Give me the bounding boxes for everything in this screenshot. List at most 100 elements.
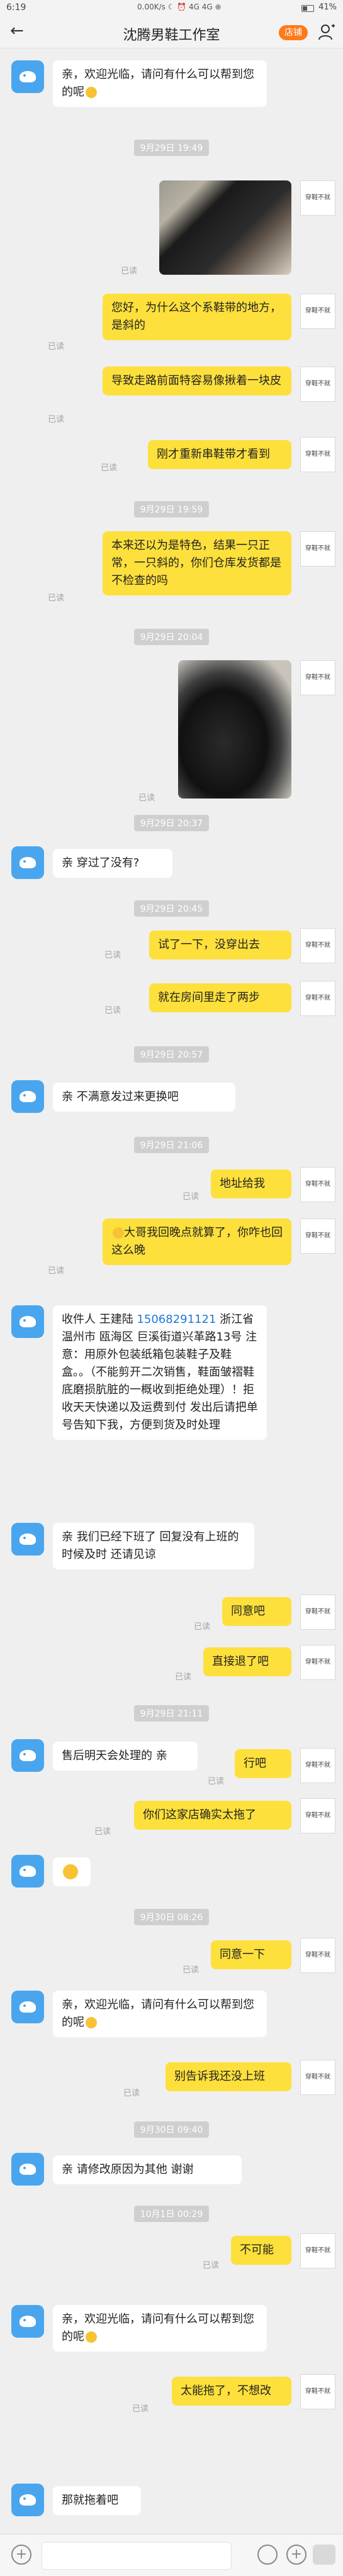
shop-avatar[interactable] xyxy=(11,2484,44,2516)
message-text: 试了一下，没穿出去 xyxy=(158,938,260,951)
message-bubble[interactable]: 您好，为什么这个系鞋带的地方，是斜的 xyxy=(103,294,291,340)
message-bubble[interactable]: 刚才重新串鞋带才看到 xyxy=(148,440,291,469)
user-avatar[interactable]: 穿鞋不就 xyxy=(300,294,335,329)
user-avatar[interactable]: 穿鞋不就 xyxy=(300,531,335,567)
message-bubble[interactable]: 大哥我回晚点就算了，你咋也回这么晚 xyxy=(103,1219,291,1265)
user-avatar[interactable]: 穿鞋不就 xyxy=(300,2233,335,2269)
message-row: 售后明天会处理的 亲 xyxy=(0,1739,343,1777)
message-bubble[interactable]: 售后明天会处理的 亲 xyxy=(53,1742,198,1771)
bird-icon xyxy=(20,1750,36,1761)
message-bubble[interactable]: 亲，欢迎光临，请问有什么可以帮到您的呢 xyxy=(53,60,267,107)
user-avatar[interactable]: 穿鞋不就 xyxy=(300,437,335,472)
shop-avatar[interactable] xyxy=(11,1855,44,1888)
message-bubble[interactable]: 不可能 xyxy=(231,2236,291,2265)
message-text: 同意吧 xyxy=(231,1605,265,1618)
shop-avatar[interactable] xyxy=(11,846,44,879)
message-bubble[interactable]: 本来还以为是特色，结果一只正常，一只斜的，你们仓库发货都是不检查的吗 xyxy=(103,531,291,595)
user-avatar[interactable]: 穿鞋不就 xyxy=(300,928,335,963)
user-avatar-text: 穿鞋不就 xyxy=(305,2247,330,2254)
message-bubble[interactable]: 太能拖了，不想改 xyxy=(172,2377,291,2406)
shop-avatar[interactable] xyxy=(11,60,44,93)
message-bubble[interactable]: 亲，欢迎光临，请问有什么可以帮到您的呢 xyxy=(53,2305,267,2352)
user-avatar[interactable]: 穿鞋不就 xyxy=(300,1798,335,1833)
shoe-photo[interactable] xyxy=(159,180,291,275)
user-avatar[interactable]: 穿鞋不就 xyxy=(300,1595,335,1630)
send-icon[interactable] xyxy=(313,2545,335,2565)
message-row xyxy=(0,1855,343,1893)
shop-button[interactable]: 店铺 xyxy=(279,25,308,40)
message-bubble[interactable]: 亲 请修改原因为其他 谢谢 xyxy=(53,2155,242,2184)
message-bubble[interactable]: 行吧 xyxy=(235,1749,291,1778)
shop-avatar[interactable] xyxy=(11,1991,44,2023)
shop-avatar[interactable] xyxy=(11,2153,44,2186)
message-input[interactable] xyxy=(42,2542,232,2570)
read-receipt: 已读 xyxy=(132,2404,149,2414)
timestamp-text: 9月30日 09:40 xyxy=(133,2121,210,2138)
message-text: 太能拖了，不想改 xyxy=(181,2384,271,2397)
add-more-icon[interactable]: + xyxy=(286,2545,306,2565)
message-text: 地址给我 xyxy=(220,1177,265,1190)
read-receipt: 已读 xyxy=(175,1672,192,1682)
read-receipt: 已读 xyxy=(203,2261,220,2270)
bird-icon xyxy=(20,1866,36,1877)
message-text: 大哥我回晚点就算了，你咋也回这么晚 xyxy=(111,1226,283,1257)
bird-icon xyxy=(20,71,36,82)
shop-avatar[interactable] xyxy=(11,2305,44,2338)
user-avatar[interactable]: 穿鞋不就 xyxy=(300,1167,335,1202)
timestamp: 9月29日 21:06 xyxy=(0,1137,343,1153)
user-avatar[interactable]: 穿鞋不就 xyxy=(300,180,335,216)
message-row: 亲 请修改原因为其他 谢谢 xyxy=(0,2153,343,2191)
message-bubble[interactable]: 亲 我们已经下班了 回复没有上班的时候及时 还请见谅 xyxy=(53,1523,254,1569)
shoe-photo[interactable] xyxy=(178,660,291,799)
user-avatar[interactable]: 穿鞋不就 xyxy=(300,1645,335,1680)
person-icon[interactable] xyxy=(318,23,335,41)
plus-icon[interactable]: + xyxy=(11,2545,31,2565)
message-bubble[interactable]: 你们这家店确实太拖了 xyxy=(134,1801,291,1830)
message-bubble[interactable]: 地址给我 xyxy=(211,1169,291,1198)
shop-avatar[interactable] xyxy=(11,1523,44,1556)
timestamp-text: 9月29日 20:04 xyxy=(133,629,210,645)
message-bubble[interactable]: 亲 穿过了没有? xyxy=(53,849,172,878)
user-avatar[interactable]: 穿鞋不就 xyxy=(300,1219,335,1254)
user-avatar-text: 穿鞋不就 xyxy=(305,194,330,201)
message-bubble[interactable]: 导致走路前面特容易像揪着一块皮 xyxy=(103,367,291,395)
battery-icon xyxy=(301,5,314,12)
recipient-name: 收件人 王建陆 xyxy=(62,1313,137,1326)
message-bubble[interactable]: 收件人 王建陆 15068291121 浙江省 温州市 瓯海区 巨溪街道兴革路1… xyxy=(53,1305,267,1440)
message-bubble[interactable] xyxy=(53,1857,91,1886)
user-avatar-text: 穿鞋不就 xyxy=(305,1608,330,1615)
message-text: 您好，为什么这个系鞋带的地方，是斜的 xyxy=(111,301,281,332)
message-row: 收件人 王建陆 15068291121 浙江省 温州市 瓯海区 巨溪街道兴革路1… xyxy=(0,1305,343,1506)
message-bubble[interactable]: 就在房间里走了两步 xyxy=(149,983,291,1012)
shop-avatar[interactable] xyxy=(11,1080,44,1113)
shop-avatar[interactable] xyxy=(11,1305,44,1338)
timestamp-text: 9月29日 20:37 xyxy=(133,815,210,831)
emoji-icon[interactable] xyxy=(257,2545,278,2565)
status-time: 6:19 xyxy=(6,3,26,13)
message-bubble[interactable]: 直接退了吧 xyxy=(203,1647,291,1676)
bird-icon xyxy=(20,1316,36,1327)
message-bubble[interactable]: 亲，欢迎光临，请问有什么可以帮到您的呢 xyxy=(53,1991,267,2037)
message-text: 刚才重新串鞋带才看到 xyxy=(157,448,270,461)
user-avatar[interactable]: 穿鞋不就 xyxy=(300,2374,335,2409)
user-avatar[interactable]: 穿鞋不就 xyxy=(300,660,335,695)
shop-avatar[interactable] xyxy=(11,1739,44,1772)
user-avatar[interactable]: 穿鞋不就 xyxy=(300,981,335,1016)
message-bubble[interactable]: 那就拖着吧 xyxy=(53,2486,141,2515)
message-bubble[interactable]: 试了一下，没穿出去 xyxy=(149,931,291,959)
user-avatar[interactable]: 穿鞋不就 xyxy=(300,2060,335,2095)
message-bubble[interactable]: 亲 不满意发过来更换吧 xyxy=(53,1083,235,1112)
user-avatar[interactable]: 穿鞋不就 xyxy=(300,367,335,402)
message-bubble[interactable]: 别告诉我还没上班 xyxy=(166,2062,291,2091)
message-bubble[interactable]: 同意吧 xyxy=(222,1597,291,1626)
user-avatar[interactable]: 穿鞋不就 xyxy=(300,1938,335,1973)
read-receipt: 已读 xyxy=(48,415,65,424)
message-row: 亲 不满意发过来更换吧 xyxy=(0,1080,343,1118)
bird-icon xyxy=(20,2494,36,2506)
message-bubble[interactable]: 同意一下 xyxy=(211,1940,291,1969)
phone-link[interactable]: 15068291121 xyxy=(137,1313,216,1326)
input-bar: + + xyxy=(0,2534,343,2576)
status-bar: 6:19 0.00K/s ☾ ⏰ 4G 4G ⊕ 41% xyxy=(0,0,343,16)
chat-header: ← 沈腾男鞋工作室 店铺 xyxy=(0,16,343,48)
user-avatar[interactable]: 穿鞋不就 xyxy=(300,1748,335,1783)
